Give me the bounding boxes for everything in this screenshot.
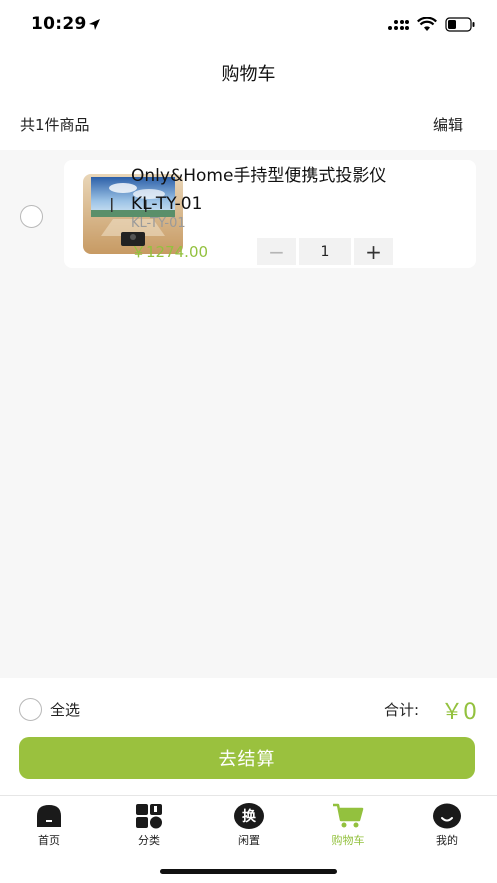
status-time: 10:29 [31,14,87,34]
quantity-value[interactable]: 1 [299,238,351,265]
battery-icon [445,17,475,32]
cellular-signal-icon [388,19,409,30]
category-icon [132,802,166,830]
edit-button[interactable]: 编辑 [433,114,463,135]
select-all-checkbox[interactable] [19,698,42,721]
product-sku: KL-TY-01 [131,216,186,231]
cart-summary-row: 共1件商品 编辑 [0,104,497,144]
checkout-button[interactable]: 去结算 [19,737,475,779]
product-name[interactable]: Only&Home手持型便携式投影仪KL-TY-01 [131,162,401,218]
profile-icon [430,802,464,830]
exchange-icon: 换 [232,802,266,830]
tab-label: 我的 [436,834,458,847]
home-indicator [160,869,337,874]
tab-cart[interactable]: 购物车 [308,802,388,848]
quantity-stepper: − 1 + [257,238,393,265]
tab-category[interactable]: 分类 [109,802,189,848]
item-select-checkbox[interactable] [20,205,43,228]
home-icon [32,802,66,830]
item-count-text: 共1件商品 [20,115,90,134]
page-title: 购物车 [221,64,276,85]
tab-label: 分类 [138,834,160,847]
product-price: ￥1274.00 [131,243,209,261]
tab-label: 首页 [38,834,60,847]
tab-idle[interactable]: 换 闲置 [209,802,289,848]
total-label: 合计: [384,701,420,719]
tab-profile[interactable]: 我的 [407,802,487,848]
wifi-icon [417,17,437,31]
cart-icon [331,802,365,830]
total-value: ￥0 [441,700,477,725]
tab-label: 闲置 [238,834,260,847]
location-arrow-icon [89,19,100,30]
tab-label: 购物车 [331,834,365,847]
status-bar: 10:29 [0,0,497,48]
select-all-label[interactable]: 全选 [50,699,80,720]
tab-home[interactable]: 首页 [9,802,89,848]
decrease-quantity-button[interactable]: − [257,238,296,265]
increase-quantity-button[interactable]: + [354,238,393,265]
